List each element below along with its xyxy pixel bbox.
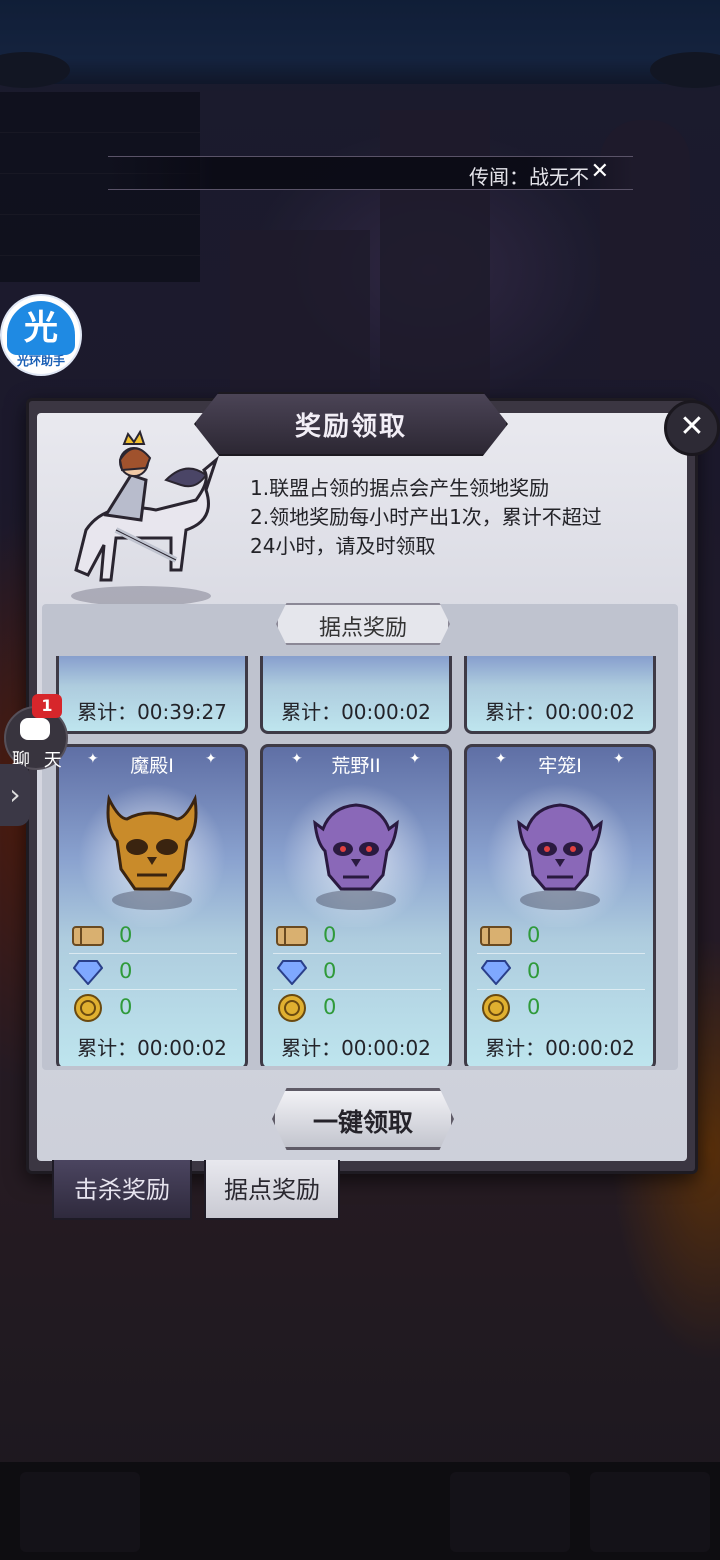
ticket-value: 0 xyxy=(323,923,337,947)
reward-row-coin: 0 xyxy=(273,991,441,1025)
modal-title-bar: 奖励领取 xyxy=(194,392,508,456)
gem-value: 0 xyxy=(323,959,337,983)
coin-value: 0 xyxy=(119,995,133,1019)
claim-all-button[interactable]: 一键领取 xyxy=(272,1088,454,1150)
accumulated-time: 累计：00:00:02 xyxy=(281,1036,431,1060)
knight-on-horse-illustration xyxy=(71,429,220,606)
reward-row-coin: 0 xyxy=(477,991,645,1025)
chat-unread-badge: 1 xyxy=(32,694,62,718)
reward-row-ticket: 0 xyxy=(477,919,645,954)
accumulated-time: 累计：00:00:02 xyxy=(485,1036,635,1060)
ticket-value: 0 xyxy=(527,923,541,947)
tab-stronghold-rewards[interactable]: 据点奖励 xyxy=(204,1160,340,1220)
reward-row-ticket: 0 xyxy=(69,919,237,954)
ticket-icon xyxy=(276,926,308,946)
close-button[interactable]: ✕ xyxy=(664,400,720,456)
claim-all-label: 一键领取 xyxy=(312,1108,413,1137)
stronghold-card: ✦ ✦ 荒野II 0 0 0 累计：00:00:02 xyxy=(260,744,452,1066)
gem-icon xyxy=(481,960,511,985)
reward-row-gem: 0 xyxy=(477,955,645,990)
tab-label: 击杀奖励 xyxy=(74,1176,170,1204)
stronghold-card: 累计：00:00:02 xyxy=(464,656,656,734)
coin-icon xyxy=(74,994,102,1022)
gem-icon xyxy=(73,960,103,985)
modal-title: 奖励领取 xyxy=(294,412,407,442)
reward-row-gem: 0 xyxy=(69,955,237,990)
close-icon: ✕ xyxy=(679,409,705,444)
chat-icon xyxy=(20,718,50,740)
reward-row-gem: 0 xyxy=(273,955,441,990)
tab-kill-rewards[interactable]: 击杀奖励 xyxy=(52,1160,192,1220)
coin-value: 0 xyxy=(527,995,541,1019)
skull-icon xyxy=(313,803,399,891)
accumulated-time: 累计：00:00:02 xyxy=(281,700,431,724)
rumor-text: 传闻：战无不 xyxy=(469,165,589,189)
section-title-text: 据点奖励 xyxy=(318,616,407,641)
section-title: 据点奖励 xyxy=(276,603,450,645)
skull-icon xyxy=(517,803,603,891)
gem-value: 0 xyxy=(119,959,133,983)
ticket-icon xyxy=(480,926,512,946)
stronghold-name: 牢笼I xyxy=(538,755,582,777)
coin-value: 0 xyxy=(323,995,337,1019)
coin-icon xyxy=(278,994,306,1022)
close-icon[interactable]: ✕ xyxy=(591,159,609,184)
gem-icon xyxy=(277,960,307,985)
reward-row-coin: 0 xyxy=(69,991,237,1025)
chevron-right-icon: › xyxy=(9,778,21,811)
expand-side-tab[interactable]: › xyxy=(0,764,30,826)
stronghold-card: 累计：00:00:02 xyxy=(260,656,452,734)
coin-icon xyxy=(482,994,510,1022)
stronghold-card: 累计：00:39:27 xyxy=(56,656,248,734)
stronghold-card: ✦ ✦ 牢笼I 0 0 0 累计：00:00:02 xyxy=(464,744,656,1066)
gem-value: 0 xyxy=(527,959,541,983)
helper-caption: 光环助手 xyxy=(16,354,65,368)
reward-row-ticket: 0 xyxy=(273,919,441,954)
ticket-icon xyxy=(72,926,104,946)
helper-floating-button[interactable]: 光 光环助手 xyxy=(2,296,80,374)
helper-icon: 光 xyxy=(7,301,75,355)
rumor-ticker: 传闻：战无不 ✕ xyxy=(108,156,633,190)
tab-label: 据点奖励 xyxy=(224,1176,320,1204)
accumulated-time: 累计：00:00:02 xyxy=(77,1036,227,1060)
stronghold-card-list[interactable]: 累计：00:39:27 累计：00:00:02 累计：00:00:02 ✦ ✦ … xyxy=(42,656,678,1066)
rule-line: 24小时，请及时领取 xyxy=(250,534,436,558)
skull-icon xyxy=(106,793,198,891)
accumulated-time: 累计：00:39:27 xyxy=(77,700,227,724)
ticket-value: 0 xyxy=(119,923,133,947)
stronghold-name: 荒野II xyxy=(331,755,381,777)
rule-line: 2.领地奖励每小时产出1次，累计不超过 xyxy=(250,505,602,529)
accumulated-time: 累计：00:00:02 xyxy=(485,700,635,724)
stronghold-card: ✦ ✦ 魔殿I 0 0 0 累计：00:00:02 xyxy=(56,744,248,1066)
stronghold-name: 魔殿I xyxy=(130,755,174,777)
rule-line: 1.联盟占领的据点会产生领地奖励 xyxy=(250,476,550,500)
rules-text: 1.联盟占领的据点会产生领地奖励 2.领地奖励每小时产出1次，累计不超过 24小… xyxy=(250,474,602,561)
